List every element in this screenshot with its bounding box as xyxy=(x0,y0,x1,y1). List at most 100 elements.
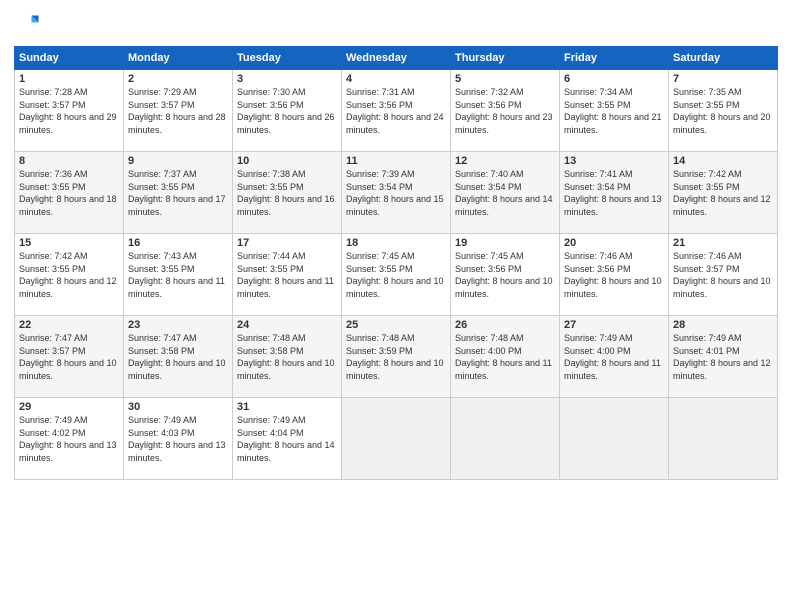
weekday-header-thursday: Thursday xyxy=(451,47,560,70)
day-number: 27 xyxy=(564,319,664,331)
day-info: Sunrise: 7:47 AMSunset: 3:58 PMDaylight:… xyxy=(128,332,228,382)
day-number: 8 xyxy=(19,155,119,167)
day-info: Sunrise: 7:31 AMSunset: 3:56 PMDaylight:… xyxy=(346,86,446,136)
logo-icon xyxy=(14,12,42,40)
week-row-1: 1Sunrise: 7:28 AMSunset: 3:57 PMDaylight… xyxy=(15,70,778,152)
day-info: Sunrise: 7:35 AMSunset: 3:55 PMDaylight:… xyxy=(673,86,773,136)
day-info: Sunrise: 7:37 AMSunset: 3:55 PMDaylight:… xyxy=(128,168,228,218)
calendar-cell: 26Sunrise: 7:48 AMSunset: 4:00 PMDayligh… xyxy=(451,316,560,398)
day-info: Sunrise: 7:46 AMSunset: 3:56 PMDaylight:… xyxy=(564,250,664,300)
day-info: Sunrise: 7:30 AMSunset: 3:56 PMDaylight:… xyxy=(237,86,337,136)
day-info: Sunrise: 7:44 AMSunset: 3:55 PMDaylight:… xyxy=(237,250,337,300)
weekday-header-sunday: Sunday xyxy=(15,47,124,70)
calendar-cell: 7Sunrise: 7:35 AMSunset: 3:55 PMDaylight… xyxy=(669,70,778,152)
calendar-cell: 19Sunrise: 7:45 AMSunset: 3:56 PMDayligh… xyxy=(451,234,560,316)
calendar-cell: 31Sunrise: 7:49 AMSunset: 4:04 PMDayligh… xyxy=(233,398,342,480)
calendar-cell: 4Sunrise: 7:31 AMSunset: 3:56 PMDaylight… xyxy=(342,70,451,152)
calendar-cell: 10Sunrise: 7:38 AMSunset: 3:55 PMDayligh… xyxy=(233,152,342,234)
day-info: Sunrise: 7:29 AMSunset: 3:57 PMDaylight:… xyxy=(128,86,228,136)
weekday-header-wednesday: Wednesday xyxy=(342,47,451,70)
day-number: 16 xyxy=(128,237,228,249)
calendar-cell: 21Sunrise: 7:46 AMSunset: 3:57 PMDayligh… xyxy=(669,234,778,316)
day-info: Sunrise: 7:49 AMSunset: 4:04 PMDaylight:… xyxy=(237,414,337,464)
calendar-cell xyxy=(451,398,560,480)
day-number: 11 xyxy=(346,155,446,167)
day-number: 26 xyxy=(455,319,555,331)
week-row-3: 15Sunrise: 7:42 AMSunset: 3:55 PMDayligh… xyxy=(15,234,778,316)
day-info: Sunrise: 7:48 AMSunset: 4:00 PMDaylight:… xyxy=(455,332,555,382)
day-info: Sunrise: 7:45 AMSunset: 3:55 PMDaylight:… xyxy=(346,250,446,300)
day-info: Sunrise: 7:38 AMSunset: 3:55 PMDaylight:… xyxy=(237,168,337,218)
weekday-header-row: SundayMondayTuesdayWednesdayThursdayFrid… xyxy=(15,47,778,70)
calendar-cell: 5Sunrise: 7:32 AMSunset: 3:56 PMDaylight… xyxy=(451,70,560,152)
day-number: 2 xyxy=(128,73,228,85)
day-number: 25 xyxy=(346,319,446,331)
day-number: 5 xyxy=(455,73,555,85)
day-number: 13 xyxy=(564,155,664,167)
calendar-cell: 29Sunrise: 7:49 AMSunset: 4:02 PMDayligh… xyxy=(15,398,124,480)
calendar-cell: 25Sunrise: 7:48 AMSunset: 3:59 PMDayligh… xyxy=(342,316,451,398)
calendar-container: SundayMondayTuesdayWednesdayThursdayFrid… xyxy=(0,0,792,612)
day-number: 14 xyxy=(673,155,773,167)
calendar-cell: 13Sunrise: 7:41 AMSunset: 3:54 PMDayligh… xyxy=(560,152,669,234)
calendar-cell: 1Sunrise: 7:28 AMSunset: 3:57 PMDaylight… xyxy=(15,70,124,152)
day-number: 30 xyxy=(128,401,228,413)
day-info: Sunrise: 7:40 AMSunset: 3:54 PMDaylight:… xyxy=(455,168,555,218)
day-info: Sunrise: 7:48 AMSunset: 3:58 PMDaylight:… xyxy=(237,332,337,382)
calendar-cell: 23Sunrise: 7:47 AMSunset: 3:58 PMDayligh… xyxy=(124,316,233,398)
day-number: 20 xyxy=(564,237,664,249)
day-number: 19 xyxy=(455,237,555,249)
day-info: Sunrise: 7:49 AMSunset: 4:02 PMDaylight:… xyxy=(19,414,119,464)
calendar-cell: 28Sunrise: 7:49 AMSunset: 4:01 PMDayligh… xyxy=(669,316,778,398)
calendar-cell: 27Sunrise: 7:49 AMSunset: 4:00 PMDayligh… xyxy=(560,316,669,398)
day-number: 1 xyxy=(19,73,119,85)
calendar-cell: 24Sunrise: 7:48 AMSunset: 3:58 PMDayligh… xyxy=(233,316,342,398)
day-number: 9 xyxy=(128,155,228,167)
calendar-cell: 22Sunrise: 7:47 AMSunset: 3:57 PMDayligh… xyxy=(15,316,124,398)
calendar-cell xyxy=(669,398,778,480)
day-info: Sunrise: 7:34 AMSunset: 3:55 PMDaylight:… xyxy=(564,86,664,136)
day-info: Sunrise: 7:49 AMSunset: 4:00 PMDaylight:… xyxy=(564,332,664,382)
calendar-cell: 14Sunrise: 7:42 AMSunset: 3:55 PMDayligh… xyxy=(669,152,778,234)
calendar-cell xyxy=(342,398,451,480)
day-info: Sunrise: 7:42 AMSunset: 3:55 PMDaylight:… xyxy=(19,250,119,300)
day-info: Sunrise: 7:36 AMSunset: 3:55 PMDaylight:… xyxy=(19,168,119,218)
day-number: 7 xyxy=(673,73,773,85)
day-number: 22 xyxy=(19,319,119,331)
day-number: 10 xyxy=(237,155,337,167)
day-info: Sunrise: 7:42 AMSunset: 3:55 PMDaylight:… xyxy=(673,168,773,218)
day-info: Sunrise: 7:49 AMSunset: 4:03 PMDaylight:… xyxy=(128,414,228,464)
calendar-cell: 16Sunrise: 7:43 AMSunset: 3:55 PMDayligh… xyxy=(124,234,233,316)
day-info: Sunrise: 7:45 AMSunset: 3:56 PMDaylight:… xyxy=(455,250,555,300)
calendar-cell: 15Sunrise: 7:42 AMSunset: 3:55 PMDayligh… xyxy=(15,234,124,316)
day-number: 4 xyxy=(346,73,446,85)
weekday-header-saturday: Saturday xyxy=(669,47,778,70)
day-info: Sunrise: 7:47 AMSunset: 3:57 PMDaylight:… xyxy=(19,332,119,382)
header xyxy=(14,12,778,40)
weekday-header-tuesday: Tuesday xyxy=(233,47,342,70)
calendar-cell: 17Sunrise: 7:44 AMSunset: 3:55 PMDayligh… xyxy=(233,234,342,316)
day-number: 12 xyxy=(455,155,555,167)
day-info: Sunrise: 7:48 AMSunset: 3:59 PMDaylight:… xyxy=(346,332,446,382)
day-info: Sunrise: 7:43 AMSunset: 3:55 PMDaylight:… xyxy=(128,250,228,300)
day-info: Sunrise: 7:41 AMSunset: 3:54 PMDaylight:… xyxy=(564,168,664,218)
calendar-cell: 8Sunrise: 7:36 AMSunset: 3:55 PMDaylight… xyxy=(15,152,124,234)
week-row-4: 22Sunrise: 7:47 AMSunset: 3:57 PMDayligh… xyxy=(15,316,778,398)
day-info: Sunrise: 7:46 AMSunset: 3:57 PMDaylight:… xyxy=(673,250,773,300)
calendar-cell: 3Sunrise: 7:30 AMSunset: 3:56 PMDaylight… xyxy=(233,70,342,152)
calendar-cell: 30Sunrise: 7:49 AMSunset: 4:03 PMDayligh… xyxy=(124,398,233,480)
day-info: Sunrise: 7:28 AMSunset: 3:57 PMDaylight:… xyxy=(19,86,119,136)
day-number: 6 xyxy=(564,73,664,85)
calendar-cell: 20Sunrise: 7:46 AMSunset: 3:56 PMDayligh… xyxy=(560,234,669,316)
calendar-cell: 9Sunrise: 7:37 AMSunset: 3:55 PMDaylight… xyxy=(124,152,233,234)
week-row-5: 29Sunrise: 7:49 AMSunset: 4:02 PMDayligh… xyxy=(15,398,778,480)
day-number: 21 xyxy=(673,237,773,249)
logo xyxy=(14,12,46,40)
day-number: 17 xyxy=(237,237,337,249)
day-number: 3 xyxy=(237,73,337,85)
calendar-cell: 2Sunrise: 7:29 AMSunset: 3:57 PMDaylight… xyxy=(124,70,233,152)
day-number: 15 xyxy=(19,237,119,249)
day-number: 29 xyxy=(19,401,119,413)
day-number: 31 xyxy=(237,401,337,413)
calendar-cell: 11Sunrise: 7:39 AMSunset: 3:54 PMDayligh… xyxy=(342,152,451,234)
